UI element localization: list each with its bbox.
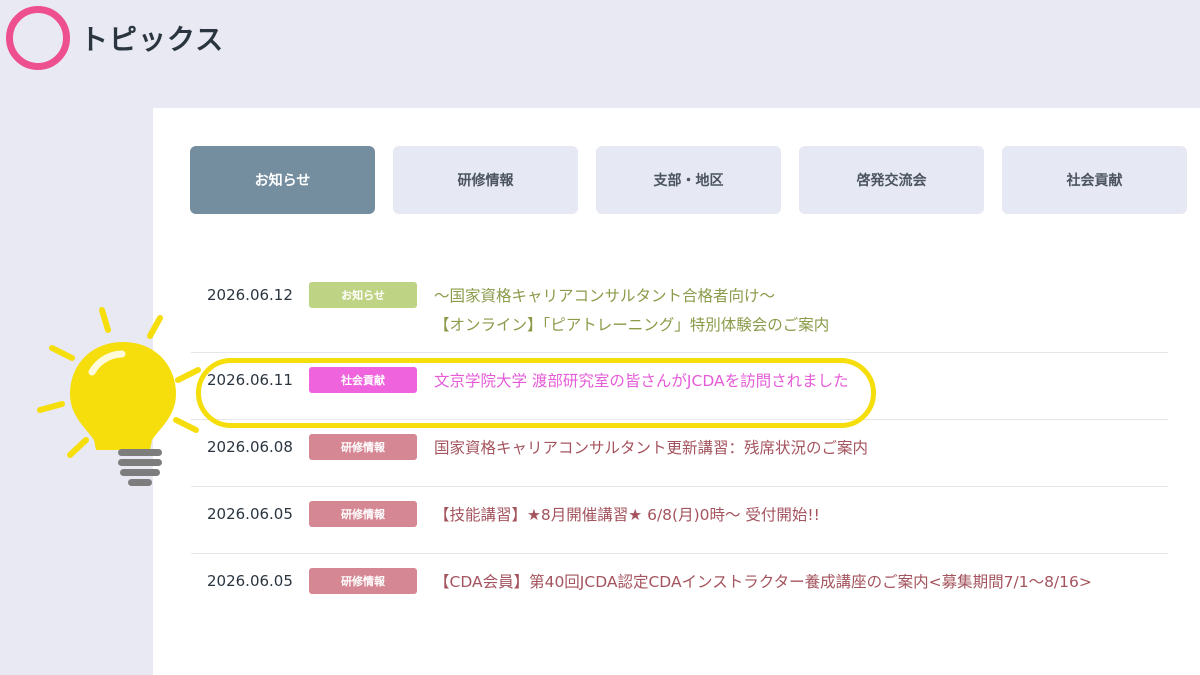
tab-social[interactable]: 社会貢献: [1002, 146, 1187, 214]
news-date: 2026.06.05: [207, 572, 293, 590]
news-row: 2026.06.08 研修情報 国家資格キャリアコンサルタント更新講習：残席状況…: [191, 420, 1168, 487]
category-badge: 研修情報: [309, 434, 417, 460]
news-title-line: ～国家資格キャリアコンサルタント合格者向け～: [434, 287, 776, 305]
news-title-link[interactable]: 国家資格キャリアコンサルタント更新講習：残席状況のご案内: [434, 434, 868, 463]
category-badge: 研修情報: [309, 501, 417, 527]
news-title-line: 文京学院大学 渡部研究室の皆さんがJCDAを訪問されました: [434, 372, 849, 390]
news-row: 2026.06.05 研修情報 【CDA会員】第40回JCDA認定CDAインスト…: [191, 554, 1168, 621]
lightbulb-icon: [37, 307, 201, 486]
tab-news[interactable]: お知らせ: [190, 146, 375, 214]
news-title-link[interactable]: 【技能講習】★8月開催講習★ 6/8(月)0時～ 受付開始!!: [434, 501, 820, 530]
news-title-line: 【オンライン】「ピアトレーニング」特別体験会のご案内: [434, 316, 830, 334]
tab-training[interactable]: 研修情報: [393, 146, 578, 214]
news-title-line: 【CDA会員】第40回JCDA認定CDAインストラクター養成講座のご案内<募集期…: [434, 573, 1092, 591]
news-list: 2026.06.12 お知らせ ～国家資格キャリアコンサルタント合格者向け～ 【…: [191, 270, 1168, 621]
topics-panel: お知らせ 研修情報 支部・地区 啓発交流会 社会貢献 2026.06.12 お知…: [153, 108, 1200, 675]
category-tabs: お知らせ 研修情報 支部・地区 啓発交流会 社会貢献: [190, 146, 1187, 214]
news-row: 2026.06.12 お知らせ ～国家資格キャリアコンサルタント合格者向け～ 【…: [191, 270, 1168, 353]
page-title: トピックス: [80, 23, 225, 56]
category-badge: お知らせ: [309, 282, 417, 308]
tab-exchange[interactable]: 啓発交流会: [799, 146, 984, 214]
category-badge: 研修情報: [309, 568, 417, 594]
category-badge: 社会貢献: [309, 367, 417, 393]
news-title-link[interactable]: ～国家資格キャリアコンサルタント合格者向け～ 【オンライン】「ピアトレーニング」…: [434, 282, 829, 340]
news-row: 2026.06.05 研修情報 【技能講習】★8月開催講習★ 6/8(月)0時～…: [191, 487, 1168, 554]
ring-icon: [6, 6, 70, 70]
news-title-line: 国家資格キャリアコンサルタント更新講習：残席状況のご案内: [434, 439, 869, 457]
news-title-line: 【技能講習】★8月開催講習★ 6/8(月)0時～ 受付開始!!: [434, 506, 820, 524]
page-header: トピックス: [6, 6, 224, 70]
tab-branch[interactable]: 支部・地区: [596, 146, 781, 214]
news-row: 2026.06.11 社会貢献 文京学院大学 渡部研究室の皆さんがJCDAを訪問…: [191, 353, 1168, 420]
news-title-link[interactable]: 【CDA会員】第40回JCDA認定CDAインストラクター養成講座のご案内<募集期…: [434, 568, 1092, 597]
news-date: 2026.06.05: [207, 505, 293, 523]
news-title-link[interactable]: 文京学院大学 渡部研究室の皆さんがJCDAを訪問されました: [434, 367, 849, 396]
